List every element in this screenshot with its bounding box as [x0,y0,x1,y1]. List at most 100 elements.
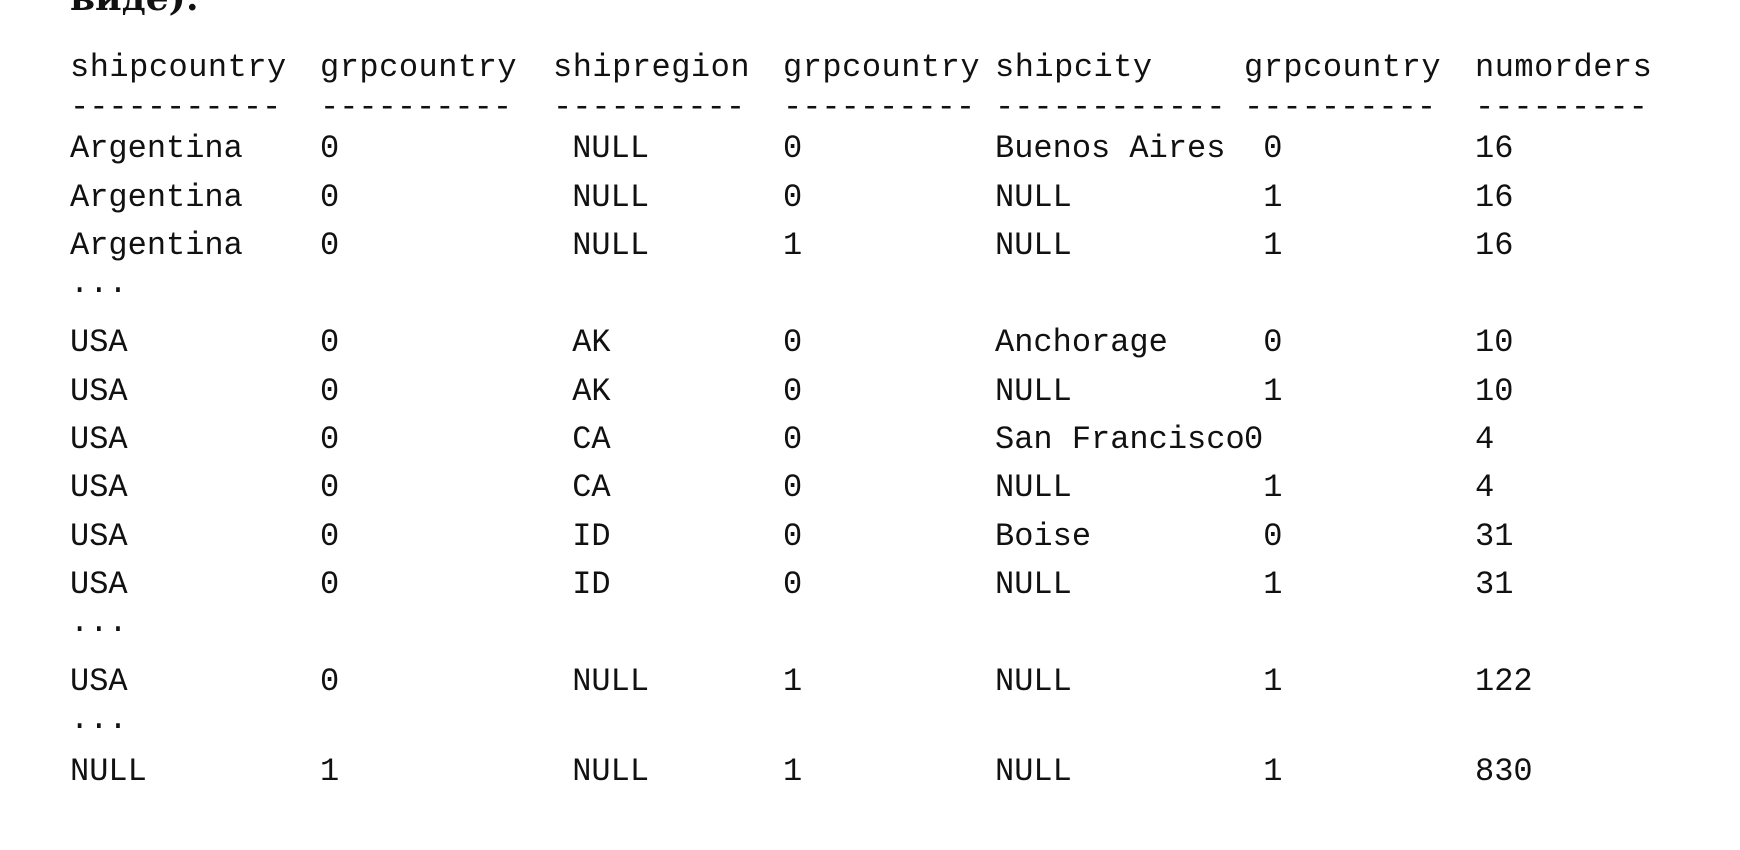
table-cell: Argentina [70,130,243,167]
table-row: USA 0 ID 0 NULL 1 31 [70,565,1690,605]
table-cell: 4 [1475,469,1495,506]
column-separator: ---------- [1244,89,1437,126]
table-cell: 830 [1475,753,1533,790]
table-cell: 0 [1244,324,1283,361]
table-cell: 1 [1244,566,1283,603]
table-cell: NULL [553,179,650,216]
table-cell: Argentina [70,227,243,264]
table-cell: USA [70,566,128,603]
table-cell: NULL [553,663,650,700]
omitted-rows-marker: ... [70,700,1690,740]
table-cell: 0 [320,663,340,700]
table-cell: 0 [1244,421,1264,458]
table-cell: Anchorage [995,324,1168,361]
table-cell: USA [70,421,128,458]
table-cell: 0 [320,227,340,264]
column-header-row: shipcountry grpcountry shipregion grpcou… [70,48,1690,88]
table-cell: NULL [995,753,1072,790]
table-cell: NULL [995,663,1072,700]
table-cell: 0 [783,566,803,603]
table-cell: Boise [995,518,1092,555]
table-cell: 0 [320,469,340,506]
table-cell: Argentina [70,179,243,216]
table-cell: 10 [1475,324,1514,361]
table-cell: Buenos Aires [995,130,1226,167]
table-cell: 16 [1475,227,1514,264]
table-cell: 1 [1244,753,1283,790]
table-cell: CA [553,421,611,458]
table-cell: 1 [1244,373,1283,410]
table-cell: 10 [1475,373,1514,410]
table-cell: San Francisco [995,421,1245,458]
table-cell: NULL [553,227,650,264]
table-cell: 0 [783,324,803,361]
table-cell: 1 [320,753,340,790]
table-row: Argentina 0 NULL 1 NULL 1 16 [70,226,1690,266]
table-row: NULL 1 NULL 1 NULL 1 830 [70,752,1690,792]
table-cell: 16 [1475,179,1514,216]
table-cell: ID [553,518,611,555]
ellipsis: ... [70,604,128,641]
table-cell: NULL [995,566,1072,603]
table-cell: 1 [783,227,803,264]
table-cell: USA [70,518,128,555]
table-cell: 0 [1244,130,1283,167]
column-separator: ---------- [783,89,976,126]
table-cell: 1 [1244,663,1283,700]
table-cell: 0 [783,373,803,410]
table-cell: USA [70,373,128,410]
table-cell: 0 [783,469,803,506]
table-cell: AK [553,373,611,410]
table-cell: 1 [1244,179,1283,216]
column-header: grpcountry [783,49,981,86]
table-cell: USA [70,469,128,506]
omitted-rows-marker: ... [70,264,1690,304]
column-header: grpcountry [1244,49,1442,86]
table-row: USA 0 AK 0 NULL 1 10 [70,372,1690,412]
query-result-listing: shipcountry grpcountry shipregion grpcou… [70,0,1690,850]
table-cell: NULL [995,179,1072,216]
table-cell: 0 [320,373,340,410]
table-cell: NULL [995,469,1072,506]
table-cell: 31 [1475,518,1514,555]
table-cell: 1 [783,663,803,700]
column-separator: ----------- [70,89,282,126]
table-cell: 16 [1475,130,1514,167]
column-separator: ---------- [553,89,746,126]
table-cell: 122 [1475,663,1533,700]
table-cell: AK [553,324,611,361]
table-cell: NULL [995,227,1072,264]
table-cell: USA [70,663,128,700]
column-separator: ------------ [995,89,1226,126]
table-cell: 0 [320,324,340,361]
table-cell: 0 [320,130,340,167]
ellipsis: ... [70,701,128,738]
column-separator: ---------- [320,89,513,126]
table-row: USA 0 AK 0 Anchorage 0 10 [70,323,1690,363]
table-cell: USA [70,324,128,361]
table-cell: NULL [553,753,650,790]
table-cell: NULL [553,130,650,167]
table-row: USA 0 ID 0 Boise 0 31 [70,517,1690,557]
table-row: USA 0 NULL 1 NULL 1 122 [70,662,1690,702]
table-cell: 0 [320,179,340,216]
table-row: Argentina 0 NULL 0 NULL 1 16 [70,178,1690,218]
ellipsis: ... [70,265,128,302]
table-cell: ID [553,566,611,603]
table-cell: 0 [320,566,340,603]
table-row: USA 0 CA 0 NULL 1 4 [70,468,1690,508]
column-separator: --------- [1475,89,1648,126]
table-cell: 0 [783,421,803,458]
table-cell: 1 [1244,227,1283,264]
table-cell: NULL [995,373,1072,410]
table-cell: 0 [783,179,803,216]
table-cell: 4 [1475,421,1495,458]
separator-row: ----------- ---------- ---------- ------… [70,88,1690,128]
table-row: USA 0 CA 0 San Francisco 0 4 [70,420,1690,460]
column-header: numorders [1475,49,1653,86]
table-cell: 0 [320,518,340,555]
table-cell: 0 [1244,518,1283,555]
table-cell: 0 [783,130,803,167]
table-cell: 0 [783,518,803,555]
table-cell: 0 [320,421,340,458]
